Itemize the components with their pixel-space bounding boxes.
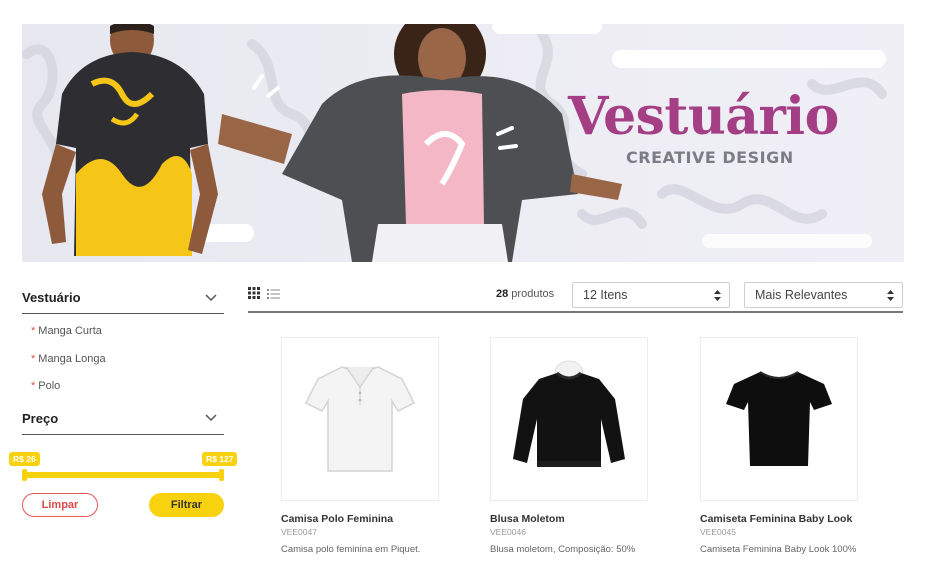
category-item-label: Manga Curta: [38, 325, 102, 337]
product-count-suffix: produtos: [508, 288, 555, 300]
category-item-manga-curta[interactable]: * Manga Curta: [31, 318, 224, 346]
product-image[interactable]: [490, 337, 648, 501]
product-name[interactable]: Blusa Moletom: [490, 513, 650, 525]
product-card[interactable]: Camisa Polo Feminina VEE0047 Camisa polo…: [281, 337, 441, 555]
apply-filter-button[interactable]: Filtrar: [149, 493, 224, 517]
hero-banner: Vestuário CREATIVE DESIGN: [22, 24, 904, 262]
price-max-label: R$ 127: [202, 452, 238, 466]
product-sku: VEE0047: [281, 527, 317, 537]
price-range-track[interactable]: [22, 472, 224, 478]
product-card[interactable]: Camiseta Feminina Baby Look VEE0045 Cami…: [700, 337, 860, 555]
category-item-manga-longa[interactable]: * Manga Longa: [31, 346, 224, 374]
product-description: Camiseta Feminina Baby Look 100%: [700, 544, 857, 555]
product-sku: VEE0046: [490, 527, 526, 537]
bullet-star-icon: *: [31, 352, 36, 365]
chevron-down-icon[interactable]: [204, 411, 218, 425]
filter-actions: Limpar Filtrar: [22, 493, 224, 517]
price-max-handle[interactable]: [219, 469, 224, 481]
category-filter-title: Vestuário: [22, 290, 81, 305]
select-arrows-icon: [887, 290, 894, 301]
category-filter-header[interactable]: Vestuário: [22, 282, 224, 314]
banner-subtitle: CREATIVE DESIGN: [626, 148, 794, 167]
clear-filter-button[interactable]: Limpar: [22, 493, 98, 517]
product-sku: VEE0045: [700, 527, 736, 537]
category-list: * Manga Curta * Manga Longa * Polo: [22, 318, 224, 401]
product-description: Camisa polo feminina em Piquet.: [281, 544, 421, 555]
product-image[interactable]: [700, 337, 858, 501]
category-item-polo[interactable]: * Polo: [31, 373, 224, 401]
product-count-number: 28: [496, 288, 509, 300]
product-toolbar: 28 produtos 12 Itens Mais Relevantes: [248, 282, 903, 313]
price-range-slider[interactable]: R$ 26 R$ 127: [9, 452, 238, 492]
bullet-star-icon: *: [31, 380, 36, 392]
filter-sidebar: Vestuário * Manga Curta * Manga Longa * Pol…: [9, 282, 238, 517]
items-per-page-value: 12 Itens: [583, 288, 628, 302]
category-item-label: Polo: [38, 380, 61, 392]
price-filter-header[interactable]: Preço: [22, 403, 224, 435]
price-min-handle[interactable]: [22, 469, 27, 481]
price-min-label: R$ 26: [9, 452, 40, 466]
polo-shirt-image: [304, 366, 416, 472]
select-arrows-icon: [714, 290, 721, 301]
items-per-page-select[interactable]: 12 Itens: [572, 282, 730, 308]
product-name[interactable]: Camiseta Feminina Baby Look: [700, 513, 860, 525]
sort-value: Mais Relevantes: [755, 288, 848, 302]
banner-title: Vestuário: [568, 86, 839, 147]
product-image[interactable]: [281, 337, 439, 501]
baby-look-tshirt-image: [726, 371, 832, 466]
product-count: 28 produtos: [496, 288, 554, 300]
product-card[interactable]: Blusa Moletom VEE0046 Blusa moletom, Com…: [490, 337, 650, 555]
sweatshirt-image: [513, 360, 625, 467]
bullet-star-icon: *: [31, 325, 36, 337]
sort-select[interactable]: Mais Relevantes: [744, 282, 903, 308]
product-description: Blusa moletom, Composição: 50%: [490, 544, 636, 555]
product-name[interactable]: Camisa Polo Feminina: [281, 513, 441, 525]
price-filter-title: Preço: [22, 410, 59, 426]
list-view-icon[interactable]: [267, 288, 280, 300]
chevron-down-icon[interactable]: [204, 291, 218, 305]
grid-view-icon[interactable]: [248, 287, 260, 299]
category-item-label: Manga Longa: [38, 352, 106, 365]
